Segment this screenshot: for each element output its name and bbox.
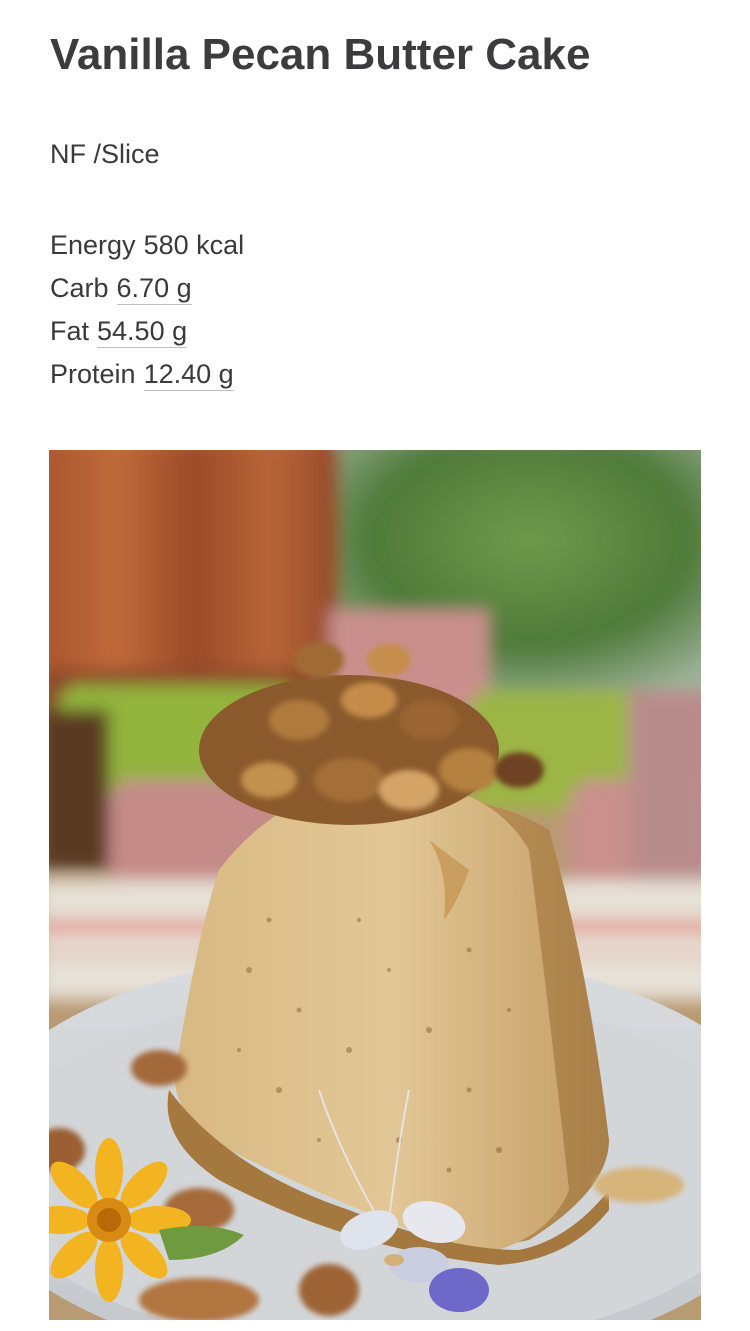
nutrition-value-link[interactable]: 6.70 g [116,273,192,305]
nutrition-protein: Protein 12.40 g [50,353,244,396]
nutrition-fat: Fat 54.50 g [50,310,244,353]
cake-photo[interactable] [49,450,701,1320]
nutrition-value-link[interactable]: 54.50 g [97,316,188,348]
nutrition-label: Energy [50,230,136,260]
nutrition-carb: Carb 6.70 g [50,267,244,310]
nutrition-label: Carb [50,273,109,303]
serving-note: NF /Slice [50,139,160,169]
nutrition-value-link[interactable]: 12.40 g [143,359,234,391]
nutrition-list: Energy 580 kcal Carb 6.70 g Fat 54.50 g Pro… [50,224,244,396]
nutrition-label: Protein [50,359,136,389]
nutrition-label: Fat [50,316,90,346]
recipe-title: Vanilla Pecan Butter Cake [50,30,591,79]
nutrition-value: 580 kcal [143,230,245,260]
nutrition-energy: Energy 580 kcal [50,224,244,267]
cake-photo-illustration [49,450,701,1320]
